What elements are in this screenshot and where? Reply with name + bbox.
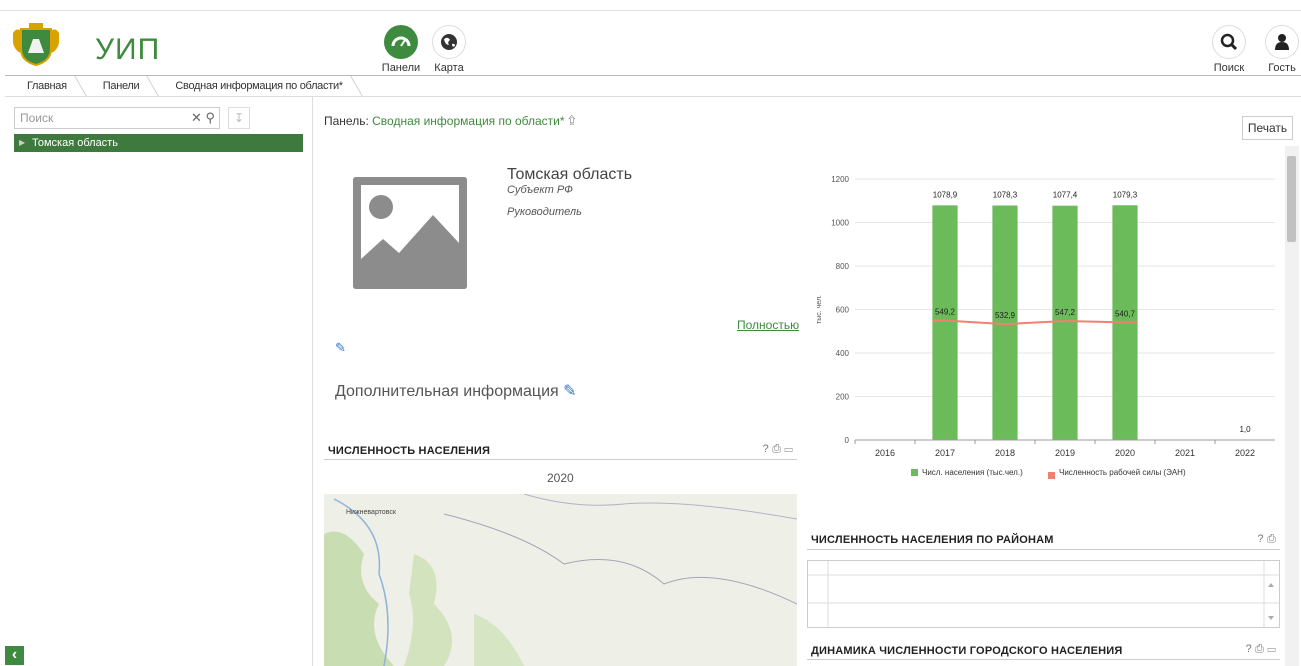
content-scrollbar[interactable] — [1285, 146, 1299, 666]
legend-swatch-population — [911, 469, 918, 477]
x-tick-label: 2017 — [935, 448, 955, 458]
y-tick-label: 1000 — [831, 219, 849, 228]
population-chart: 0 200 400 600 800 1000 1200 тыс. чел. 1078,9 1078… — [807, 165, 1283, 495]
y-tick-label: 400 — [836, 349, 850, 358]
search-label: Поиск — [1213, 62, 1245, 74]
y-tick-label: 1200 — [831, 175, 849, 184]
legend-item-population[interactable]: Числ. населения (тыс.чел.) — [911, 468, 1023, 477]
widget-tools[interactable]: ? ⎙ ▭ — [1246, 643, 1276, 656]
widget-tools[interactable]: ? ⎙ ▭ — [763, 443, 793, 456]
extra-info-label: Дополнительная информация — [335, 383, 559, 400]
districts-table[interactable] — [807, 560, 1280, 628]
search-icon[interactable]: ⚲ — [205, 110, 215, 125]
line-data-label: 549,2 — [935, 308, 956, 317]
bar-data-label: 1077,4 — [1053, 191, 1078, 200]
legend-swatch-workforce — [1048, 472, 1055, 479]
dashboard-icon — [384, 25, 418, 59]
districts-widget-header: ЧИСЛЕННОСТЬ НАСЕЛЕНИЯ ПО РАЙОНАМ ? ⎙ — [807, 530, 1280, 550]
x-tick-label: 2016 — [875, 448, 895, 458]
sidebar: Поиск ✕ ⚲ ↧ ▶ Томская область — [0, 97, 313, 666]
widget-tools[interactable]: ? ⎙ — [1257, 533, 1276, 546]
panel-prefix: Панель: — [324, 114, 369, 128]
edit-pencil-icon[interactable]: ✎ — [563, 383, 576, 400]
panel-title: Панель: Сводная информация по области* ⮸ — [324, 112, 576, 133]
x-tick-label: 2019 — [1055, 448, 1075, 458]
population-widget-header: ЧИСЛЕННОСТЬ НАСЕЛЕНИЯ ? ⎙ ▭ — [324, 440, 797, 460]
chevron-left-icon: ‹ — [11, 646, 18, 663]
bar — [932, 205, 958, 440]
image-placeholder-icon — [353, 177, 467, 289]
entity-head-label: Руководитель — [507, 206, 582, 218]
line-data-label: 540,7 — [1115, 309, 1136, 318]
map-view[interactable]: Нижневартовск — [324, 494, 797, 666]
breadcrumb-home[interactable]: Главная — [5, 80, 81, 92]
breadcrumb-current[interactable]: Сводная информация по области* — [153, 80, 356, 92]
entity-name: Томская область — [507, 166, 633, 183]
widget-title: ДИНАМИКА ЧИСЛЕННОСТИ ГОРОДСКОГО НАСЕЛЕНИ… — [811, 645, 1123, 657]
entity-type: Субъект РФ — [507, 184, 573, 196]
tree-item-label: Томская область — [32, 137, 118, 149]
breadcrumb-panels[interactable]: Панели — [81, 80, 154, 92]
x-tick-label: 2018 — [995, 448, 1015, 458]
top-bar: УИП Панели Карта Поиск Гость — [0, 10, 1301, 74]
y-tick-label: 0 — [845, 436, 850, 445]
legend-label-workforce: Численность рабочей силы (ЭАН) — [1059, 468, 1186, 477]
search-button[interactable]: Поиск — [1199, 25, 1259, 74]
y-axis-label: тыс. чел. — [816, 295, 823, 324]
coat-of-arms-logo[interactable] — [9, 23, 63, 67]
legend-item-workforce[interactable]: Численность рабочей силы (ЭАН) — [1048, 468, 1188, 479]
search-icon — [1212, 25, 1246, 59]
user-icon — [1265, 25, 1299, 59]
bar — [1052, 205, 1078, 440]
breadcrumb: Главная Панели Сводная информация по обл… — [5, 75, 1301, 97]
search-placeholder: Поиск — [20, 111, 54, 125]
scrollbar-thumb[interactable] — [1287, 156, 1296, 242]
guest-user-button[interactable]: Гость — [1252, 25, 1301, 74]
legend-label-population: Числ. населения (тыс.чел.) — [922, 468, 1023, 477]
collapse-sidebar-button[interactable]: ‹ — [5, 646, 24, 665]
nav-map-label: Карта — [434, 62, 464, 74]
guest-label: Гость — [1268, 62, 1296, 74]
clear-icon[interactable]: ✕ — [191, 110, 202, 125]
app-title[interactable]: УИП — [95, 33, 160, 67]
pin-icon[interactable]: ⮸ — [568, 114, 576, 128]
bar-data-label: 1078,3 — [993, 190, 1018, 199]
x-tick-label: 2020 — [1115, 448, 1135, 458]
print-button[interactable]: Печать — [1242, 116, 1293, 140]
year-label: 2020 — [547, 471, 574, 485]
y-tick-label: 200 — [836, 393, 850, 402]
line-data-label: 532,9 — [995, 311, 1016, 320]
line-series — [932, 319, 1138, 326]
globe-icon — [432, 25, 466, 59]
extra-info-heading: Дополнительная информация ✎ — [335, 381, 577, 401]
widget-title: ЧИСЛЕННОСТЬ НАСЕЛЕНИЯ — [328, 445, 491, 457]
sidebar-search-input[interactable]: Поиск ✕ ⚲ — [14, 107, 220, 129]
line-data-label: 547,2 — [1055, 308, 1076, 317]
edit-pencil-icon[interactable]: ✎ — [335, 340, 346, 356]
panel-name-link[interactable]: Сводная информация по области* — [372, 114, 564, 128]
map-city-label: Нижневартовск — [346, 509, 396, 516]
x-tick-label: 2021 — [1175, 448, 1195, 458]
sort-icon: ↧ — [233, 111, 245, 125]
x-tick-label: 2022 — [1235, 448, 1255, 458]
nav-map-button[interactable]: Карта — [419, 25, 479, 74]
tree-item-tomsk-region[interactable]: ▶ Томская область — [14, 134, 303, 152]
y-tick-label: 800 — [836, 262, 850, 271]
y-tick-label: 600 — [836, 306, 850, 315]
bar-data-label: 1079,3 — [1113, 190, 1138, 199]
bar-data-label: 1,0 — [1239, 425, 1251, 434]
show-full-link[interactable]: Полностью — [737, 318, 799, 332]
bar-data-label: 1078,9 — [933, 190, 958, 199]
widget-title: ЧИСЛЕННОСТЬ НАСЕЛЕНИЯ ПО РАЙОНАМ — [811, 534, 1054, 546]
population-chart-svg: 0 200 400 600 800 1000 1200 тыс. чел. 1078,9 1078… — [816, 175, 1275, 458]
urban-widget-header: ДИНАМИКА ЧИСЛЕННОСТИ ГОРОДСКОГО НАСЕЛЕНИ… — [807, 640, 1280, 660]
sort-button[interactable]: ↧ — [228, 107, 250, 129]
tree-expand-icon[interactable]: ▶ — [19, 134, 25, 152]
